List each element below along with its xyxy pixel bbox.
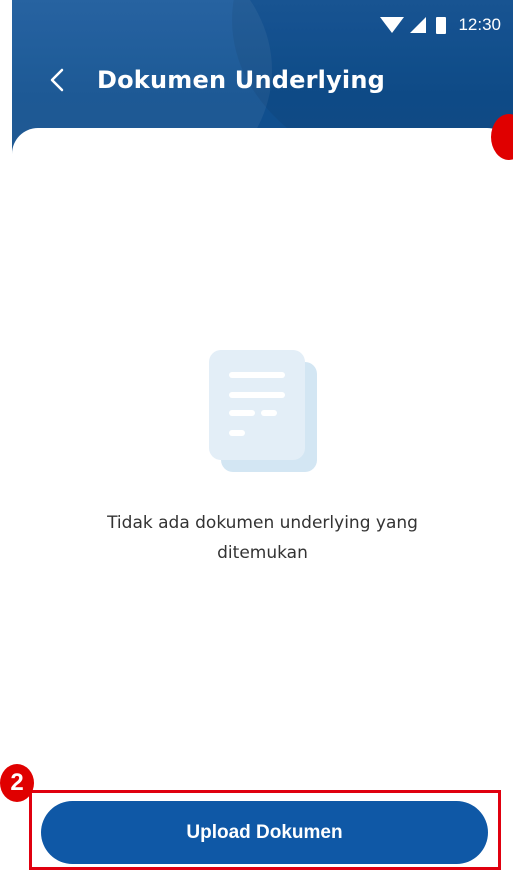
content-card <box>12 128 513 873</box>
document-icon <box>207 348 319 474</box>
annotation-marker-2: 2 <box>0 764 34 802</box>
empty-state-line-2: ditemukan <box>217 543 308 563</box>
page-title: Dokumen Underlying <box>97 66 386 94</box>
battery-icon <box>436 16 447 34</box>
empty-state-line-1: Tidak ada dokumen underlying yang <box>107 513 418 533</box>
wifi-icon <box>380 17 405 33</box>
screen: 12:30 Dokumen Underlying Tidak ada dokum… <box>0 0 513 873</box>
chevron-left-icon[interactable] <box>45 66 69 94</box>
status-time: 12:30 <box>458 15 501 34</box>
title-row: Dokumen Underlying <box>45 66 385 94</box>
upload-document-button[interactable]: Upload Dokumen <box>41 801 488 864</box>
empty-state-message: Tidak ada dokumen underlying yang ditemu… <box>12 508 513 568</box>
status-bar: 12:30 <box>380 12 501 38</box>
signal-icon <box>410 17 427 33</box>
